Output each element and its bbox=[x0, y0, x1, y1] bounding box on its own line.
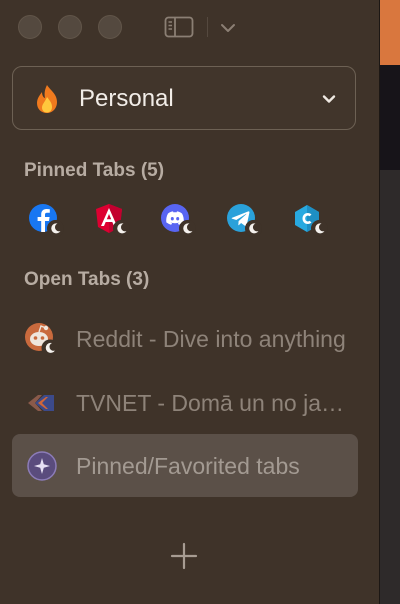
tab-title: Reddit - Dive into anything bbox=[76, 326, 346, 352]
open-tab-item[interactable]: TVNET - Domā un no jauna bbox=[12, 371, 358, 434]
profile-name: Personal bbox=[79, 85, 174, 112]
content-dark-region bbox=[379, 65, 400, 170]
tab-favicon bbox=[24, 321, 60, 357]
minimize-window-button[interactable] bbox=[58, 15, 82, 39]
open-tab-item[interactable]: Reddit - Dive into anything bbox=[12, 307, 358, 370]
tab-title: TVNET - Domā un no jauna bbox=[76, 390, 346, 416]
chevron-down-icon bbox=[322, 95, 336, 103]
moon-icon bbox=[113, 220, 130, 237]
content-accent-bar bbox=[379, 0, 400, 65]
sidebar: Personal Pinned Tabs (5) Open Tabs (3) R… bbox=[0, 0, 379, 604]
reddit-icon bbox=[25, 323, 59, 357]
sidebar-toggle-icon[interactable] bbox=[164, 16, 194, 38]
zoom-window-button[interactable] bbox=[98, 15, 122, 39]
tab-title: Pinned/Favorited tabs bbox=[76, 453, 300, 479]
tab-favicon bbox=[24, 385, 60, 421]
flame-icon bbox=[37, 85, 57, 113]
sidebar-divider bbox=[379, 0, 380, 604]
pinned-tab-codesandbox[interactable] bbox=[292, 203, 328, 239]
pinned-tab-facebook[interactable] bbox=[28, 203, 64, 239]
add-tab-button[interactable] bbox=[170, 542, 198, 570]
moon-icon bbox=[311, 220, 328, 237]
close-window-button[interactable] bbox=[18, 15, 42, 39]
moon-icon bbox=[245, 220, 262, 237]
open-tab-item-active[interactable]: Pinned/Favorited tabs bbox=[12, 434, 358, 497]
pinned-tab-angular[interactable] bbox=[94, 203, 130, 239]
tab-favicon bbox=[24, 448, 60, 484]
moon-icon bbox=[47, 220, 64, 237]
pinned-tab-telegram[interactable] bbox=[226, 203, 262, 239]
profile-selector[interactable]: Personal bbox=[12, 66, 356, 130]
pinned-tabs-heading: Pinned Tabs (5) bbox=[24, 160, 165, 181]
tvnet-icon bbox=[28, 395, 54, 411]
open-tabs-heading: Open Tabs (3) bbox=[24, 269, 150, 290]
chevron-down-icon[interactable] bbox=[218, 18, 238, 38]
content-edge bbox=[379, 0, 400, 604]
moon-icon bbox=[179, 220, 196, 237]
pinned-tab-discord[interactable] bbox=[160, 203, 196, 239]
sparkle-icon bbox=[27, 451, 57, 481]
toolbar-divider bbox=[207, 17, 208, 37]
